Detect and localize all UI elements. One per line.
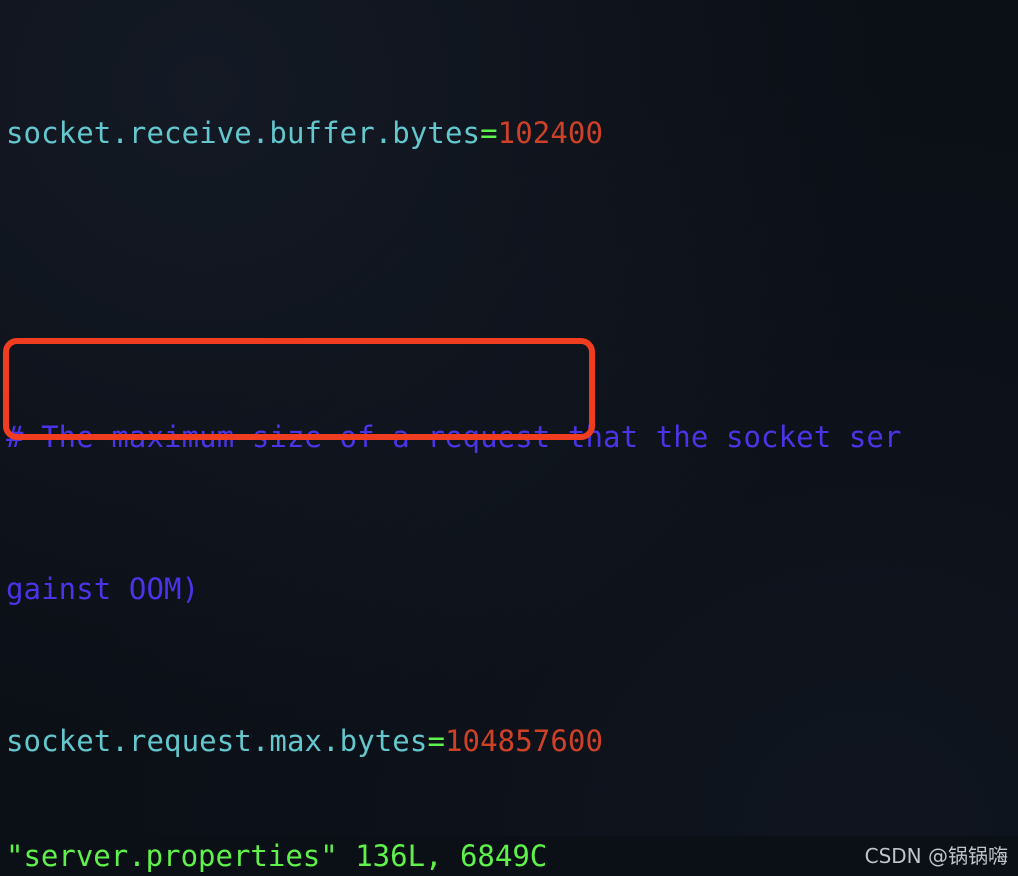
config-value: 104857600 bbox=[445, 724, 604, 758]
equals-sign: = bbox=[427, 724, 445, 758]
comment-line: gainst OOM) bbox=[6, 570, 902, 608]
csdn-watermark: CSDN @锅锅嗨 bbox=[864, 844, 1008, 868]
comment-text: # The maximum size of a request that the… bbox=[6, 420, 902, 454]
vim-text-buffer[interactable]: socket.receive.buffer.bytes=102400 # The… bbox=[0, 0, 902, 876]
comment-text: gainst OOM) bbox=[6, 572, 200, 606]
terminal-window[interactable]: socket.receive.buffer.bytes=102400 # The… bbox=[0, 0, 1018, 876]
equals-sign: = bbox=[480, 116, 498, 150]
config-key: socket.receive.buffer.bytes bbox=[6, 116, 481, 150]
code-line: socket.request.max.bytes=104857600 bbox=[6, 722, 902, 760]
code-line: socket.receive.buffer.bytes=102400 bbox=[6, 114, 902, 152]
config-value: 102400 bbox=[497, 116, 604, 150]
comment-line: # The maximum size of a request that the… bbox=[6, 418, 902, 456]
config-key: socket.request.max.bytes bbox=[6, 724, 428, 758]
